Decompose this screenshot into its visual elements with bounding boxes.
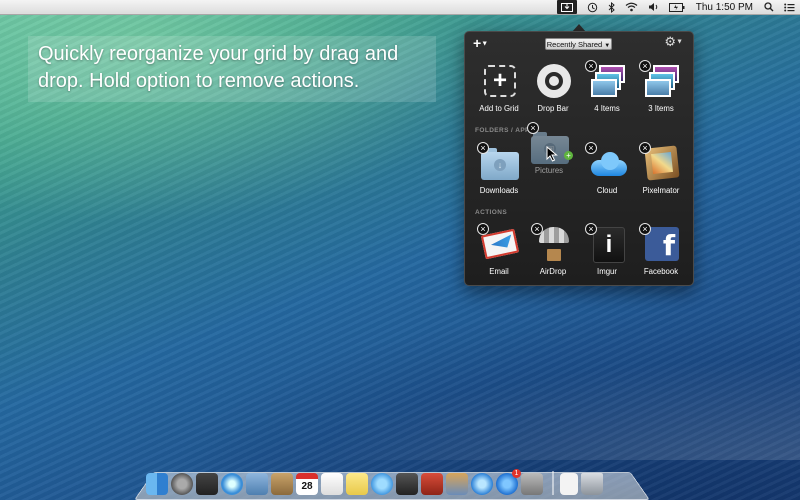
plus-icon: + — [473, 35, 482, 51]
notes-icon[interactable] — [346, 473, 368, 495]
volume-icon[interactable] — [648, 0, 659, 14]
dock-separator — [552, 471, 554, 495]
close-icon[interactable]: × — [477, 142, 489, 154]
close-icon[interactable]: × — [585, 142, 597, 154]
launchpad-icon[interactable] — [171, 473, 193, 495]
time-machine-icon[interactable] — [587, 0, 598, 14]
dropzone-icon[interactable] — [556, 0, 577, 14]
facetime-icon[interactable] — [396, 473, 418, 495]
tile-facebook[interactable]: f × Facebook — [635, 223, 687, 285]
bluetooth-icon[interactable] — [608, 0, 615, 14]
tile-drop-bar[interactable]: Drop Bar — [527, 62, 579, 122]
tile-label: Pictures — [534, 166, 564, 175]
section-label-folders: FOLDERS / APP — [475, 127, 530, 134]
tile-pixelmator[interactable]: × Pixelmator — [635, 142, 687, 204]
tile-cloud[interactable]: × Cloud — [581, 142, 633, 204]
recently-shared-dropdown[interactable]: Recently Shared ▼ — [545, 38, 612, 50]
tile-label: Pixelmator — [642, 186, 680, 195]
copy-plus-icon: + — [564, 151, 573, 160]
wifi-icon[interactable] — [625, 0, 638, 14]
iphoto-icon[interactable] — [446, 473, 468, 495]
caret-down-icon: ▼ — [604, 43, 611, 49]
reminders-icon[interactable] — [321, 473, 343, 495]
arrow-cursor-icon — [546, 146, 558, 162]
close-icon[interactable]: × — [531, 223, 543, 235]
mail-icon[interactable] — [246, 473, 268, 495]
messages-icon[interactable] — [371, 473, 393, 495]
close-icon[interactable]: × — [639, 142, 651, 154]
tile-3-items[interactable]: × 3 Items — [635, 60, 687, 122]
tutorial-caption: Quickly reorganize your grid by drag and… — [28, 36, 436, 102]
photo-booth-icon[interactable] — [421, 473, 443, 495]
drop-bar-icon — [535, 62, 573, 100]
calendar-date: 28 — [301, 481, 313, 492]
system-preferences-icon[interactable] — [521, 473, 543, 495]
menubar-clock[interactable]: Thu 1:50 PM — [696, 0, 753, 14]
close-icon[interactable]: × — [639, 60, 651, 72]
dock: 28 1 — [146, 467, 606, 495]
calendar-icon[interactable]: 28 — [296, 473, 318, 495]
add-icon: + — [481, 62, 519, 100]
itunes-icon[interactable] — [471, 473, 493, 495]
tile-email[interactable]: × Email — [473, 223, 525, 285]
battery-icon[interactable] — [668, 0, 685, 14]
close-icon[interactable]: × — [639, 223, 651, 235]
trash-icon[interactable] — [581, 473, 603, 495]
app-store-badge: 1 — [512, 469, 521, 478]
close-icon[interactable]: × — [585, 60, 597, 72]
contacts-icon[interactable] — [271, 473, 293, 495]
tile-imgur[interactable]: i × Imgur — [581, 223, 633, 285]
gear-icon: ⚙ — [664, 34, 677, 49]
tile-add-to-grid[interactable]: + Add to Grid — [473, 62, 525, 122]
notification-center-icon[interactable] — [784, 0, 795, 14]
add-menu-button[interactable]: +▼ — [473, 36, 488, 51]
app-store-icon[interactable]: 1 — [496, 469, 521, 495]
tile-airdrop[interactable]: × AirDrop — [527, 223, 579, 285]
caret-down-icon: ▼ — [676, 38, 683, 46]
section-label-actions: ACTIONS — [475, 209, 508, 216]
finder-icon[interactable] — [146, 473, 168, 495]
dropdown-value: Recently Shared — [546, 40, 603, 49]
spotlight-icon[interactable] — [764, 0, 774, 14]
close-icon[interactable]: × — [585, 223, 597, 235]
close-icon[interactable]: × — [477, 223, 489, 235]
mission-control-icon[interactable] — [196, 473, 218, 495]
gear-menu-button[interactable]: ⚙▼ — [664, 35, 683, 50]
tile-label: Downloads — [479, 186, 519, 195]
tile-label: Facebook — [643, 267, 679, 276]
close-icon[interactable]: × — [527, 122, 539, 134]
dropzone-popover: +▼ Recently Shared ▼ ⚙▼ + Add to Grid Dr… — [464, 31, 694, 286]
tile-label: 3 Items — [648, 104, 674, 113]
popover-header: +▼ Recently Shared ▼ ⚙▼ — [465, 32, 693, 54]
document-icon[interactable] — [560, 473, 578, 495]
menu-bar: Thu 1:50 PM — [0, 0, 800, 15]
safari-icon[interactable] — [221, 473, 243, 495]
caret-down-icon: ▼ — [481, 40, 489, 48]
tile-4-items[interactable]: × 4 Items — [581, 60, 633, 122]
